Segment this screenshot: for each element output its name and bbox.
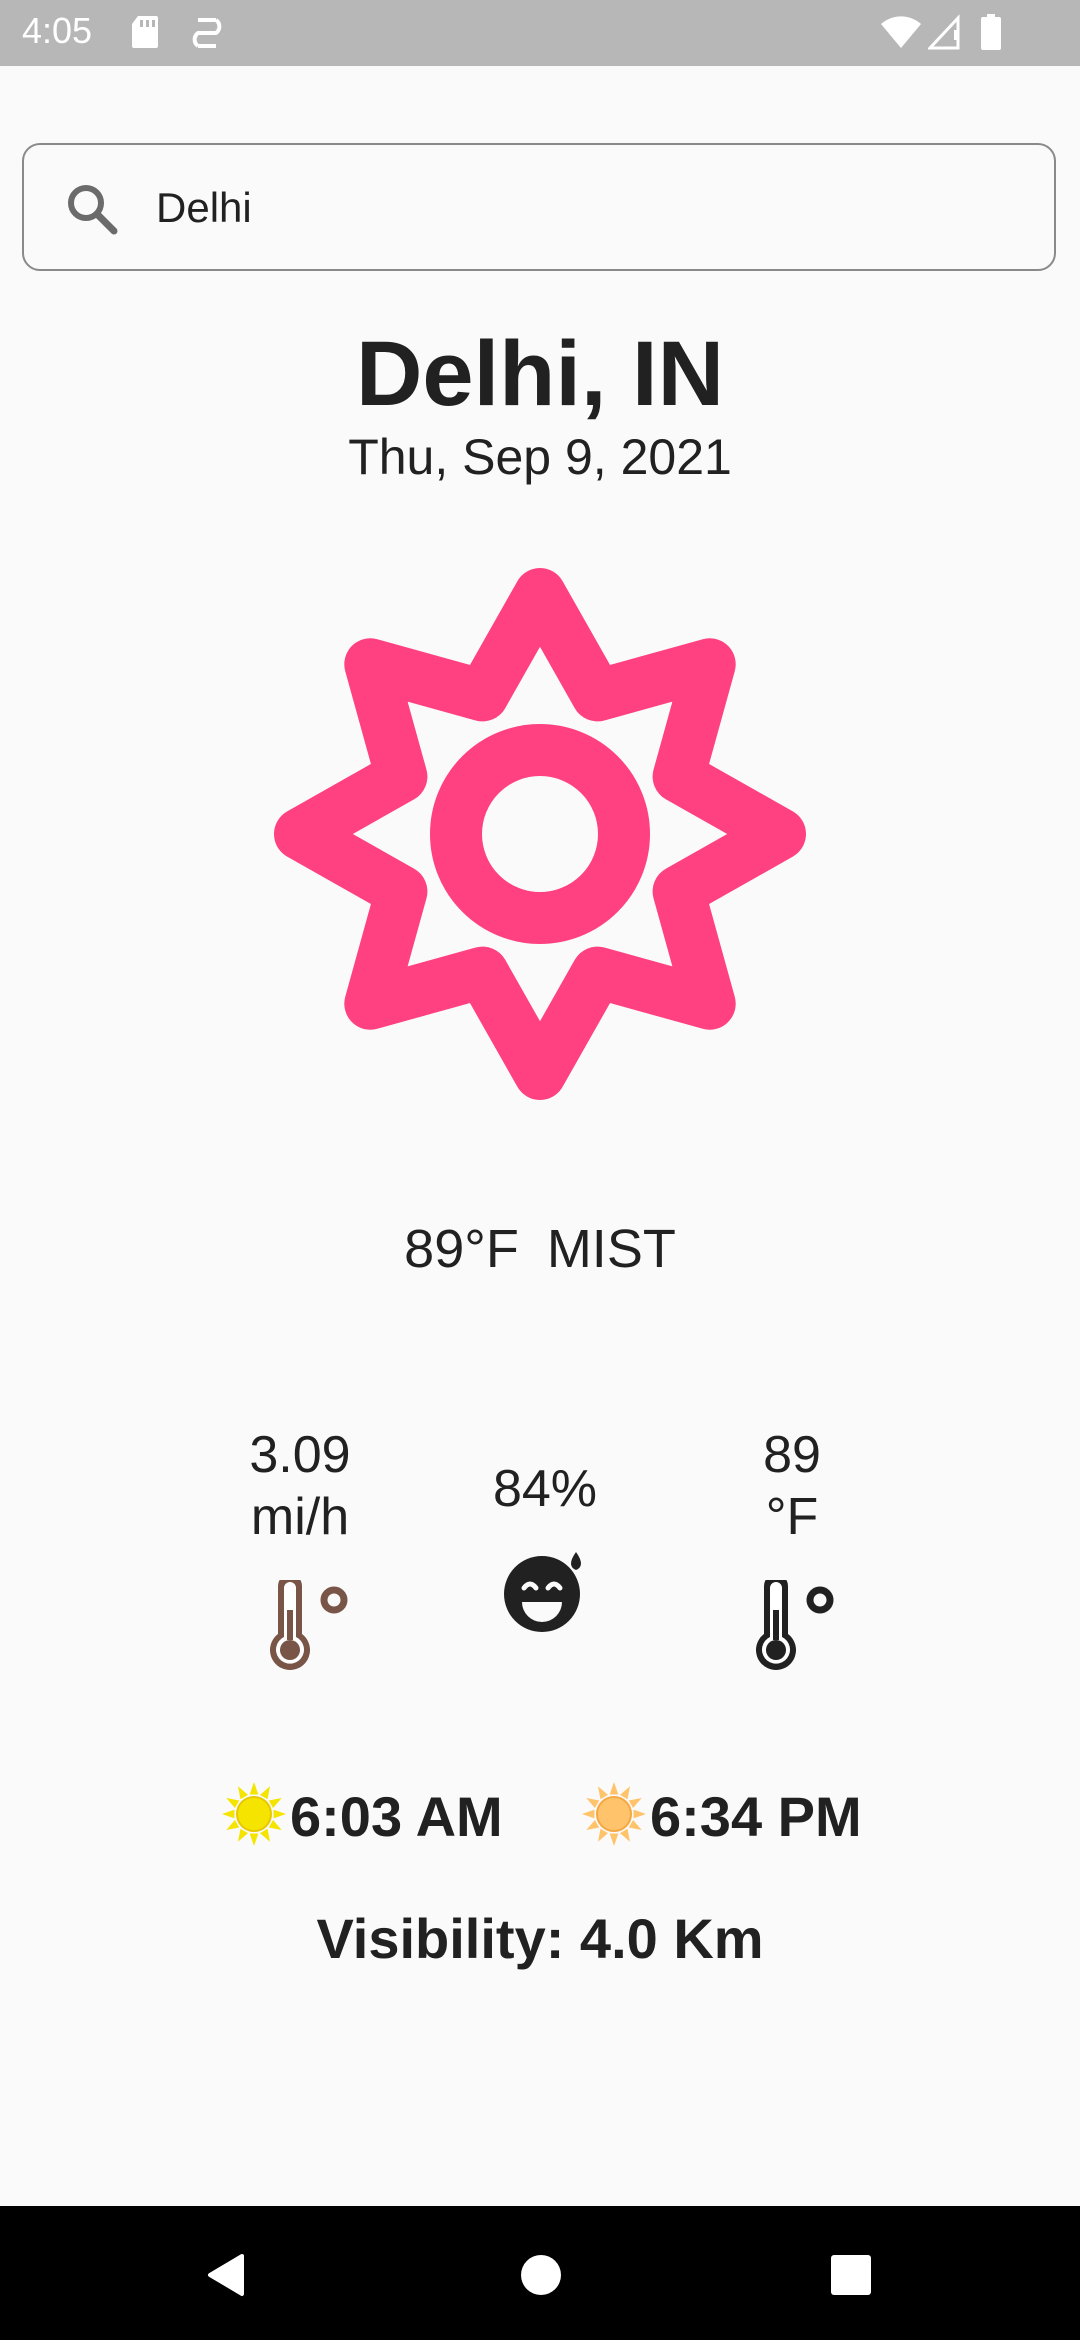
status-time: 4:05 bbox=[22, 10, 93, 51]
sun-icon bbox=[274, 568, 806, 1100]
humidity: 84% bbox=[445, 1458, 645, 1520]
wind-speed-value: 3.09 bbox=[249, 1426, 351, 1484]
feels-like-value: 89 bbox=[763, 1426, 821, 1484]
recents-icon[interactable] bbox=[830, 2254, 872, 2296]
sd-card-icon bbox=[132, 16, 158, 48]
signal-icon bbox=[928, 14, 960, 50]
current-conditions: 89°F MIST bbox=[0, 1218, 1080, 1280]
battery-icon bbox=[981, 14, 1001, 50]
current-temperature: 89°F bbox=[404, 1219, 519, 1279]
sunset-icon bbox=[582, 1782, 646, 1846]
sync-icon bbox=[192, 18, 222, 48]
thermometer-icon bbox=[270, 1580, 348, 1670]
wind-speed: 3.09 mi/h bbox=[200, 1424, 400, 1548]
sunset-time: 6:34 PM bbox=[650, 1785, 862, 1848]
search-icon[interactable] bbox=[64, 181, 120, 237]
navigation-bar bbox=[0, 2206, 1080, 2340]
sunrise: 6:03 AM bbox=[220, 1780, 520, 1850]
date-label: Thu, Sep 9, 2021 bbox=[348, 429, 732, 485]
status-bar: 4:05 bbox=[0, 0, 1080, 66]
feels-like-unit: °F bbox=[765, 1488, 819, 1546]
sweat-smile-icon bbox=[504, 1552, 581, 1632]
search-input[interactable] bbox=[154, 175, 1018, 241]
back-icon[interactable] bbox=[204, 2252, 246, 2298]
sunset: 6:34 PM bbox=[580, 1780, 880, 1850]
sunrise-time: 6:03 AM bbox=[290, 1785, 503, 1848]
weather-description: MIST bbox=[546, 1219, 676, 1279]
sunrise-icon bbox=[222, 1782, 286, 1846]
city-title: Delhi, IN bbox=[355, 323, 725, 425]
humidity-value: 84% bbox=[492, 1460, 598, 1518]
thermometer-icon bbox=[756, 1580, 834, 1670]
wind-speed-unit: mi/h bbox=[250, 1488, 350, 1546]
search-box[interactable] bbox=[22, 143, 1056, 271]
home-icon[interactable] bbox=[520, 2254, 562, 2296]
feels-like: 89 °F bbox=[692, 1424, 892, 1548]
visibility-label: Visibility: 4.0 Km bbox=[316, 1907, 764, 1970]
wifi-icon bbox=[881, 16, 921, 48]
